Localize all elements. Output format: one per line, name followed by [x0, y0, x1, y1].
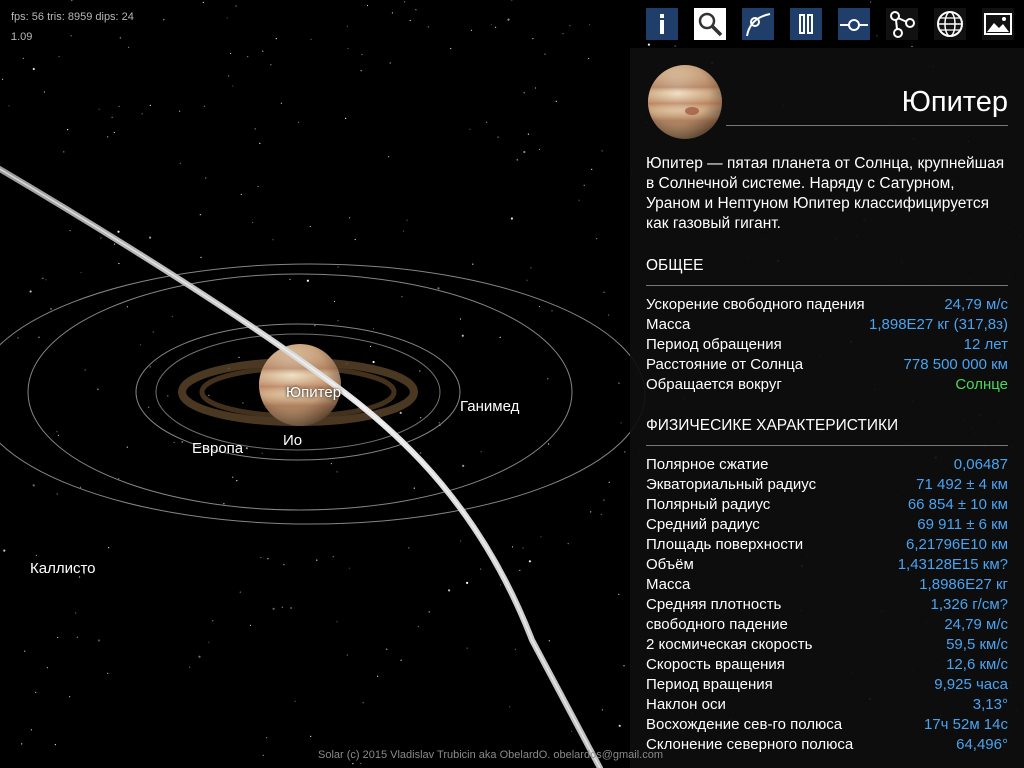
property-row: Средняя плотность 1,326 г/см?: [646, 595, 1008, 615]
property-row: Расстояние от Солнца 778 500 000 км: [646, 355, 1008, 375]
info-button[interactable]: [646, 8, 678, 40]
property-row: Период вращения 9,925 часа: [646, 675, 1008, 695]
property-row: Площадь поверхности 6,21796E10 км: [646, 535, 1008, 555]
globe-button[interactable]: [934, 8, 966, 40]
property-value: 17ч 52м 14с: [923, 716, 1008, 733]
property-value: 69 911 ± 6 км: [917, 516, 1008, 533]
property-row: Склонение северного полюса 64,496°: [646, 735, 1008, 755]
property-label: Ускорение свободного падения: [646, 296, 865, 313]
section-physical-divider: [646, 445, 1008, 446]
property-label: Экваториальный радиус: [646, 476, 817, 493]
property-row: Восхождение сев-го полюса 17ч 52м 14с: [646, 715, 1008, 735]
physical-properties: Полярное сжатие 0,06487 Экваториальный рад…: [646, 455, 1008, 755]
property-label: Обращается вокруг: [646, 376, 782, 393]
pause-icon: [799, 14, 813, 34]
property-value: 3,13°: [972, 696, 1008, 713]
property-label: Период обращения: [646, 336, 782, 353]
label-ganymede[interactable]: Ганимед: [460, 398, 519, 415]
property-value: 71 492 ± 4 км: [916, 476, 1008, 493]
globe-icon: [937, 11, 963, 37]
property-value: 1,8986E27 кг: [919, 576, 1008, 593]
property-label: Склонение северного полюса: [646, 736, 854, 753]
property-value: 1,326 г/см?: [930, 596, 1009, 613]
property-label: Средняя плотность: [646, 596, 782, 613]
connect-line-icon: [840, 19, 868, 31]
label-io[interactable]: Ио: [283, 432, 302, 449]
jupiter-orbit-trail: [0, 165, 603, 768]
property-value: 12,6 км/с: [946, 656, 1008, 673]
property-label: Масса: [646, 576, 691, 593]
pause-button[interactable]: [790, 8, 822, 40]
property-value: 1,898E27 кг (317,8з): [869, 316, 1008, 333]
property-row: Период обращения 12 лет: [646, 335, 1008, 355]
section-general-divider: [646, 285, 1008, 286]
property-row: Масса 1,898E27 кг (317,8з): [646, 315, 1008, 335]
property-label: Восхождение сев-го полюса: [646, 716, 843, 733]
section-physical-title: ФИЗИЧЕСИКЕ ХАРАКТЕРИСТИКИ: [646, 417, 899, 434]
jupiter-thumbnail: [648, 65, 722, 139]
property-row: Объём 1,43128E15 км?: [646, 555, 1008, 575]
property-row: Наклон оси 3,13°: [646, 695, 1008, 715]
property-label: Полярный радиус: [646, 496, 771, 513]
property-row: Полярный радиус 66 854 ± 10 км: [646, 495, 1008, 515]
property-row: 2 космическая скорость 59,5 км/с: [646, 635, 1008, 655]
property-row: Масса 1,8986E27 кг: [646, 575, 1008, 595]
planet-description: Юпитер — пятая планета от Солнца, крупне…: [646, 155, 1005, 232]
orbit-path-icon: [746, 13, 771, 37]
property-value[interactable]: Солнце: [955, 375, 1008, 395]
property-label: свободного падение: [646, 616, 788, 633]
property-value: 0,06487: [953, 456, 1008, 473]
version-label: 1.09: [11, 31, 33, 43]
property-label: 2 космическая скорость: [646, 636, 813, 653]
property-value: 64,496°: [956, 736, 1008, 753]
property-label: Масса: [646, 316, 691, 333]
planet-title: Юпитер: [901, 86, 1008, 118]
property-row: Средний радиус 69 911 ± 6 км: [646, 515, 1008, 535]
copyright-footer: Solar (c) 2015 Vladislav Trubicin aka Ob…: [318, 749, 663, 761]
property-value: 66 854 ± 10 км: [907, 496, 1008, 513]
property-label: Средний радиус: [646, 516, 760, 533]
label-europa[interactable]: Европа: [192, 440, 243, 457]
property-label: Полярное сжатие: [646, 456, 769, 473]
property-value: 9,925 часа: [934, 676, 1008, 693]
orbit-button[interactable]: [742, 8, 774, 40]
property-value: 1,43128E15 км?: [897, 556, 1008, 573]
property-label: Площадь поверхности: [646, 536, 804, 553]
search-button[interactable]: [694, 8, 726, 40]
fps-counter: fps: 56 tris: 8959 dips: 24: [11, 11, 134, 23]
network-button[interactable]: [886, 8, 918, 40]
property-value: 6,21796E10 км: [906, 536, 1008, 553]
network-nodes-icon: [890, 11, 915, 38]
picture-button[interactable]: [982, 8, 1014, 40]
property-row: Полярное сжатие 0,06487: [646, 455, 1008, 475]
title-divider: [726, 125, 1008, 126]
property-label: Период вращения: [646, 676, 773, 693]
property-row: Обращается вокруг Солнце: [646, 375, 1008, 395]
property-label: Объём: [646, 556, 694, 573]
property-row: Экваториальный радиус 71 492 ± 4 км: [646, 475, 1008, 495]
property-value: 778 500 000 км: [903, 356, 1008, 373]
property-value: 24,79 м/с: [944, 616, 1008, 633]
property-label: Скорость вращения: [646, 656, 785, 673]
property-label: Расстояние от Солнца: [646, 356, 804, 373]
label-jupiter[interactable]: Юпитер: [286, 384, 341, 401]
property-row: Скорость вращения 12,6 км/с: [646, 655, 1008, 675]
property-label: Наклон оси: [646, 696, 726, 713]
search-icon: [698, 12, 723, 37]
section-general-title: ОБЩЕЕ: [646, 257, 704, 274]
jupiter-orbit-trail-highlight: [0, 168, 601, 768]
info-panel[interactable]: Юпитер Юпитер — пятая планета от Солнца,…: [630, 48, 1024, 768]
connect-button[interactable]: [838, 8, 870, 40]
property-value: 59,5 км/с: [946, 636, 1008, 653]
general-properties: Ускорение свободного падения 24,79 м/с Мас…: [646, 295, 1008, 395]
picture-icon: [984, 13, 1012, 35]
label-callisto[interactable]: Каллисто: [30, 560, 96, 577]
property-value: 24,79 м/с: [944, 296, 1008, 313]
property-value: 12 лет: [963, 336, 1008, 353]
property-row: Ускорение свободного падения 24,79 м/с: [646, 295, 1008, 315]
info-icon: [660, 14, 664, 34]
property-row: свободного падение 24,79 м/с: [646, 615, 1008, 635]
